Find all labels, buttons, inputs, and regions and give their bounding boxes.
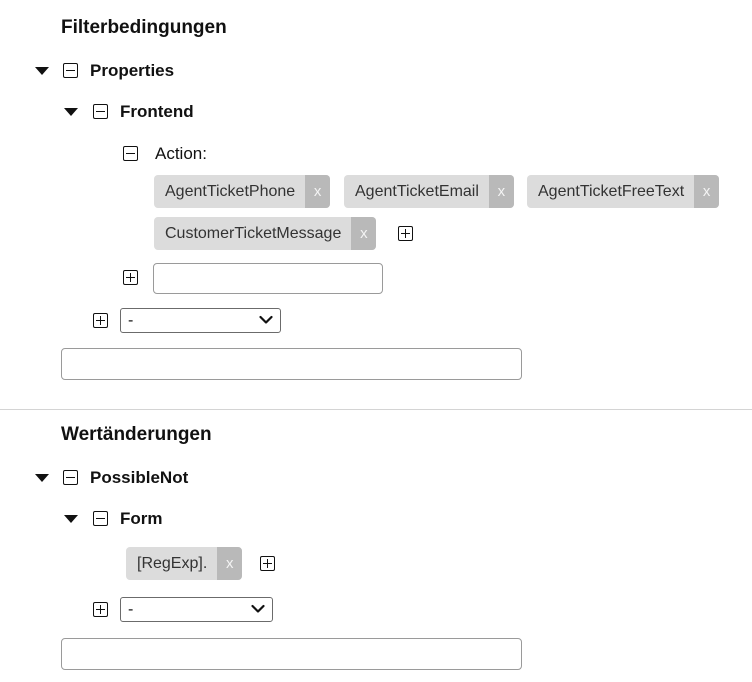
collapse-triangle-icon[interactable] (64, 108, 78, 116)
new-change-input[interactable] (61, 638, 522, 670)
chip-label: [RegExp]. (137, 554, 208, 572)
tree-node-properties-label: Properties (90, 61, 175, 80)
new-attribute-input[interactable] (153, 263, 383, 294)
collapse-triangle-icon[interactable] (64, 515, 78, 523)
chip-remove-icon[interactable]: x (351, 217, 377, 250)
add-value-plus-icon[interactable] (398, 226, 413, 241)
chevron-down-icon (251, 604, 265, 613)
value-chip: [RegExp]. x (126, 547, 243, 580)
value-chip: AgentTicketPhone x (154, 175, 331, 208)
tree-node-possiblenot-label: PossibleNot (90, 468, 189, 487)
collapse-minus-icon[interactable] (63, 63, 78, 78)
chip-label: CustomerTicketMessage (165, 224, 342, 242)
collapse-triangle-icon[interactable] (35, 474, 49, 482)
chip-label: AgentTicketEmail (355, 182, 479, 200)
chip-label: AgentTicketPhone (165, 182, 296, 200)
chip-remove-icon[interactable]: x (488, 175, 514, 208)
chip-remove-icon[interactable]: x (305, 175, 331, 208)
add-node-plus-icon[interactable] (93, 313, 108, 328)
select-value: - (128, 312, 134, 329)
add-value-plus-icon[interactable] (260, 556, 275, 571)
chip-remove-icon[interactable]: x (217, 547, 243, 580)
changes-section-title: Wertänderungen (61, 424, 212, 445)
collapse-minus-icon[interactable] (63, 470, 78, 485)
collapse-minus-icon[interactable] (93, 104, 108, 119)
tree-node-form-label: Form (120, 509, 163, 528)
collapse-triangle-icon[interactable] (35, 67, 49, 75)
action-label: Action: (155, 144, 207, 163)
chip-remove-icon[interactable]: x (694, 175, 720, 208)
value-chip: CustomerTicketMessage x (154, 217, 377, 250)
section-divider (0, 409, 752, 410)
collapse-minus-icon[interactable] (93, 511, 108, 526)
collapse-minus-icon[interactable] (123, 146, 138, 161)
value-chip: AgentTicketEmail x (344, 175, 514, 208)
new-filter-input[interactable] (61, 348, 522, 380)
chip-label: AgentTicketFreeText (538, 182, 685, 200)
add-attribute-plus-icon[interactable] (123, 270, 138, 285)
add-node-plus-icon[interactable] (93, 602, 108, 617)
node-type-select[interactable]: - (120, 597, 273, 622)
chevron-down-icon (259, 315, 273, 324)
select-value: - (128, 601, 134, 618)
node-type-select[interactable]: - (120, 308, 281, 333)
tree-node-frontend-label: Frontend (120, 102, 194, 121)
filter-section-title: Filterbedingungen (61, 17, 227, 38)
value-chip: AgentTicketFreeText x (527, 175, 720, 208)
